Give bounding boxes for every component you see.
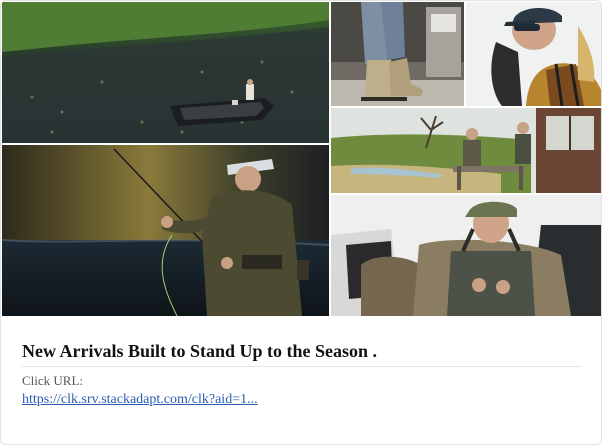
image-collage[interactable] xyxy=(2,2,601,316)
click-url-label: Click URL: xyxy=(22,373,84,388)
fly-fishing-angler-photo xyxy=(2,145,329,316)
riverbank-fence-photo xyxy=(331,108,601,193)
click-url-link[interactable]: https://clk.srv.stackadapt.com/clk?aid=1… xyxy=(22,392,258,408)
man-in-waders-truck-photo xyxy=(331,195,601,316)
boots-and-jeans-photo xyxy=(331,2,464,106)
ad-title[interactable]: New Arrivals Built to Stand Up to the Se… xyxy=(22,341,582,367)
ad-card[interactable]: New Arrivals Built to Stand Up to the Se… xyxy=(0,0,602,445)
woman-sunglasses-cap-photo xyxy=(466,2,601,106)
aerial-river-boat-photo xyxy=(2,2,329,143)
